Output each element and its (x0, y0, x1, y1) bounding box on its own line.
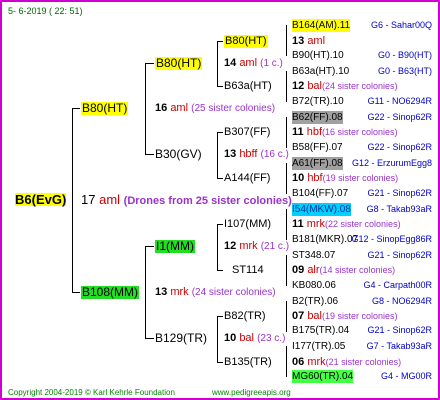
gen3-a-info: 14 aml (1 c.) (224, 57, 283, 69)
gen3-c: I1(MM) (155, 239, 195, 253)
gen5-4: B72(TR).10 (292, 96, 344, 107)
gen4-6-info: 09 alr(14 sister colonies) (292, 264, 396, 276)
gen5-9-label: G8 - Takab93aR (366, 204, 432, 214)
gen5-14-label: G21 - Sinop62R (367, 325, 432, 335)
gen3-a: B80(HT) (155, 56, 203, 70)
gen5-16: MG60(TR).04 (292, 370, 354, 383)
gen5-7-label: G12 - ErzurumEgg8 (351, 158, 432, 168)
gen4-8: B135(TR) (224, 356, 272, 368)
gen5-3: B63a(HT).10 (292, 66, 350, 77)
root-sign: aml (99, 192, 121, 207)
gen4-4: A144(FF) (224, 172, 271, 184)
gen3-d: B129(TR) (155, 331, 208, 345)
gen5-4-label: G11 - NO6294R (367, 96, 432, 106)
gen4-6: ST114 (232, 264, 264, 276)
gen4-7-info: 07 bal(19 sister colonies) (292, 310, 398, 322)
copyright: Copyright 2004-2019 © Karl Kehrle Founda… (8, 388, 175, 397)
gen4-3: B307(FF) (224, 126, 271, 138)
gen5-11-label: G21 - Sinop62R (367, 250, 432, 260)
gen2-upper-info: 16 aml (25 sister colonies) (155, 102, 276, 114)
gen5-10: B181(MKR).07 (292, 234, 359, 245)
connector-g2a (145, 63, 146, 155)
gen5-2-label: G0 - B90(HT) (377, 50, 432, 60)
connector-g1-bottom (72, 292, 80, 293)
gen5-2: B90(HT).10 (292, 50, 344, 61)
gen5-7: A61(FF).08 (292, 157, 343, 170)
gen5-5: B62(FF).08 (292, 111, 343, 124)
gen5-6: B58(FF).07 (292, 142, 343, 153)
gen5-15-label: G7 - Takab93aR (366, 341, 432, 351)
gen5-15: I177(TR).05 (292, 341, 346, 352)
gen5-1: B164(AM).11 (292, 19, 351, 32)
gen4-8-info: 06 mrk(21 sister colonies) (292, 356, 402, 368)
website-link[interactable]: www.pedigreeapis.org (212, 388, 291, 397)
gen3-b-info: 13 hbff (16 c.) (224, 148, 289, 160)
root-queen: B6(EvG) (15, 192, 67, 207)
connector-g1 (72, 108, 73, 293)
connector-g2b (145, 246, 146, 339)
gen5-3-label: G0 - B63(HT) (377, 66, 432, 76)
gen4-7: B82(TR) (224, 310, 266, 322)
root-year-line: 17 aml (Drones from 25 sister colonies) (81, 193, 292, 208)
gen5-10-label: G12 - SinopEgg86R (351, 234, 432, 244)
gen4-4-info: 10 hbf(19 sister colonies) (292, 172, 399, 184)
gen2-lower-info: 13 mrk (24 sister colonies) (155, 286, 276, 298)
gen4-5: I107(MM) (224, 218, 272, 230)
gen3-c-info: 12 mrk (21 c.) (224, 240, 290, 252)
gen5-9: I54(MKW).08 (292, 203, 351, 216)
gen5-13-label: G8 - NO6294R (371, 296, 432, 306)
gen4-2-info: 12 bal(24 sister colonies) (292, 80, 398, 92)
gen5-6-label: G22 - Sinop62R (367, 142, 432, 152)
date-label: 5- 6-2019 ( 22: 51) (8, 6, 83, 16)
gen5-11: ST348.07 (292, 250, 336, 261)
gen5-5-label: G22 - Sinop62R (367, 112, 432, 122)
root-year: 17 (81, 192, 96, 207)
gen4-1-info: 13 aml (292, 35, 326, 47)
gen2-upper: B80(HT) (81, 101, 129, 115)
gen4-5-info: 11 mrk(22 sister colonies) (292, 218, 401, 230)
gen4-1: B80(HT) (224, 35, 268, 48)
gen5-8: B104(FF).07 (292, 188, 349, 199)
gen5-16-label: G4 - MG00R (380, 371, 432, 381)
gen5-1-label: G6 - Sahar00Q (370, 20, 432, 30)
gen5-12: KB080.06 (292, 280, 336, 291)
gen5-12-label: G4 - Carpath00R (363, 280, 432, 290)
gen4-2: B63a(HT) (224, 80, 272, 92)
gen5-8-label: G21 - Sinop62R (367, 188, 432, 198)
root-note: (Drones from 25 sister colonies) (123, 195, 292, 207)
pedigree-frame: 5- 6-2019 ( 22: 51) B6(EvG) 17 aml (Dron… (0, 0, 440, 400)
gen5-13: B2(TR).06 (292, 296, 339, 307)
gen3-b: B30(GV) (155, 147, 202, 161)
gen2-lower: B108(MM) (81, 285, 140, 299)
connector-g1-top (72, 108, 80, 109)
gen4-3-info: 11 hbf(16 sister colonies) (292, 126, 398, 138)
gen3-d-info: 10 bal (23 c.) (224, 332, 286, 344)
gen5-14: B175(TR).04 (292, 325, 350, 336)
